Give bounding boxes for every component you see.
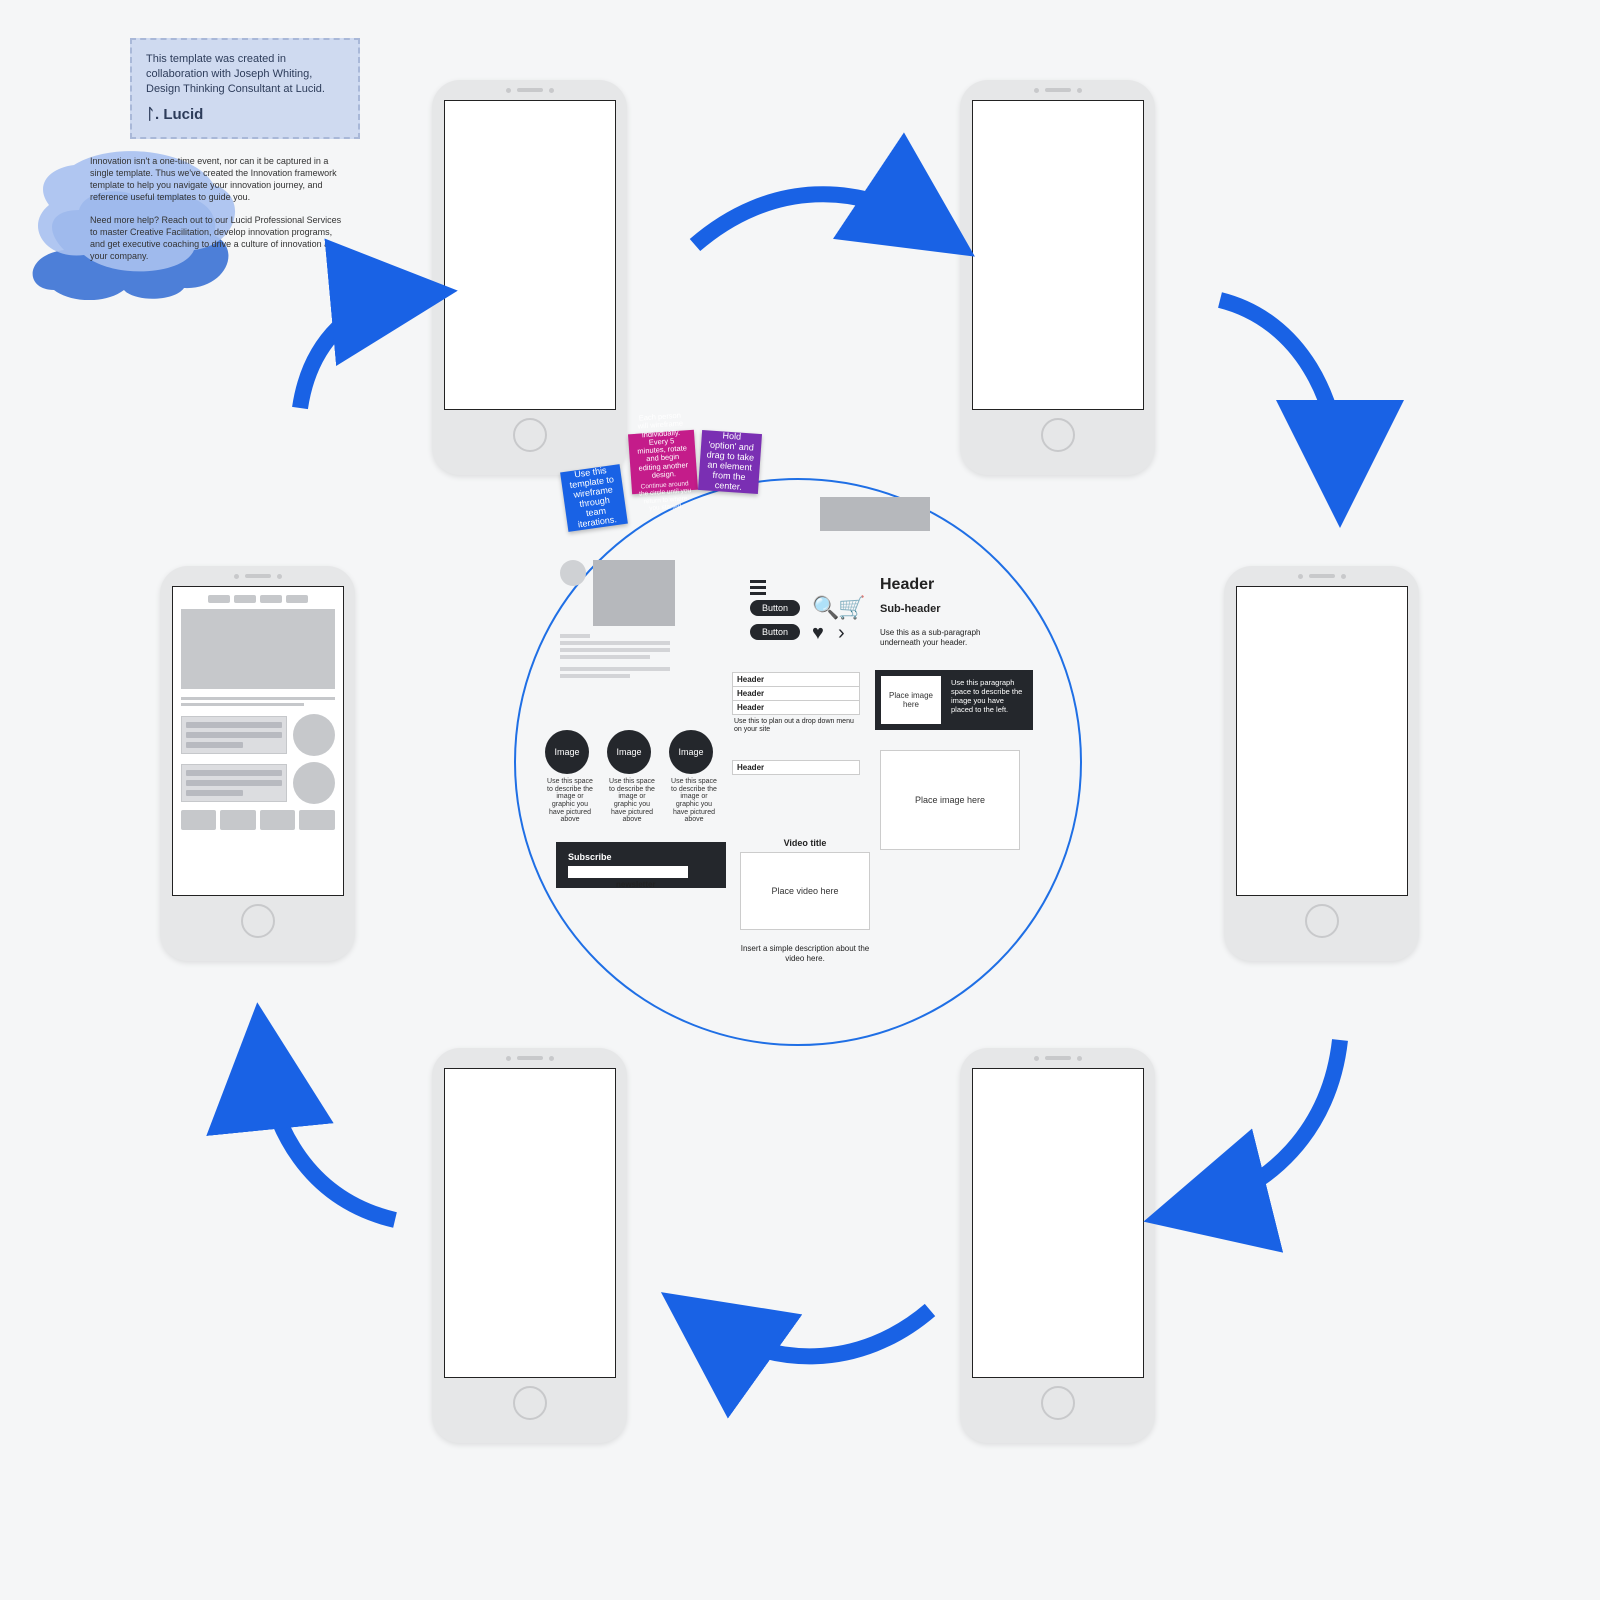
image-circle[interactable]: Image bbox=[669, 730, 713, 774]
phone-screen[interactable] bbox=[444, 100, 616, 410]
home-button-icon[interactable] bbox=[1041, 418, 1075, 452]
phone-frame-5[interactable] bbox=[432, 1048, 627, 1443]
home-button-icon[interactable] bbox=[1041, 1386, 1075, 1420]
image-circle-row: Image Use this space to describe the ima… bbox=[545, 730, 719, 824]
video-placeholder[interactable]: Place video here bbox=[740, 852, 870, 930]
image-text-card[interactable]: Place image here Use this paragraph spac… bbox=[875, 670, 1033, 730]
heart-icon[interactable]: ♥ bbox=[812, 622, 824, 645]
phone-screen[interactable] bbox=[972, 100, 1144, 410]
image-placeholder[interactable]: Place image here bbox=[880, 750, 1020, 850]
profile-block[interactable] bbox=[560, 560, 675, 678]
credit-text: This template was created in collaborati… bbox=[146, 52, 344, 97]
home-button-icon[interactable] bbox=[513, 418, 547, 452]
newsletter-label: newsletter bbox=[616, 880, 656, 889]
button-pill[interactable]: Button bbox=[750, 624, 800, 640]
phone-frame-2[interactable] bbox=[960, 80, 1155, 475]
subpara-sample: Use this as a sub-paragraph underneath y… bbox=[880, 628, 1000, 647]
home-button-icon[interactable] bbox=[1305, 904, 1339, 938]
phone-frame-left-mock[interactable] bbox=[160, 566, 355, 961]
home-button-icon[interactable] bbox=[513, 1386, 547, 1420]
sticky-note-purple[interactable]: Hold 'option' and drag to take an elemen… bbox=[698, 430, 762, 494]
intro-copy: Innovation isn't a one-time event, nor c… bbox=[90, 155, 345, 272]
dropdown-block[interactable]: Header Header Header Use this to plan ou… bbox=[732, 672, 860, 775]
phone-frame-right[interactable] bbox=[1224, 566, 1419, 961]
cart-icon[interactable]: 🛒 bbox=[838, 595, 865, 621]
phone-frame-6[interactable] bbox=[960, 1048, 1155, 1443]
search-icon[interactable]: 🔍 bbox=[812, 595, 839, 621]
subscribe-input[interactable] bbox=[568, 866, 688, 878]
header-sample: Header bbox=[880, 576, 934, 594]
image-circle[interactable]: Image bbox=[607, 730, 651, 774]
card-image-placeholder: Place image here bbox=[881, 676, 941, 724]
hamburger-icon[interactable] bbox=[750, 592, 766, 595]
image-circle[interactable]: Image bbox=[545, 730, 589, 774]
sticky-note-blue[interactable]: Use this template to wireframe through t… bbox=[560, 464, 628, 532]
lucid-logo: ᛚ. Lucid bbox=[146, 105, 344, 125]
phone-screen[interactable] bbox=[1236, 586, 1408, 896]
phone-frame-1[interactable] bbox=[432, 80, 627, 475]
phone-screen-mock[interactable] bbox=[172, 586, 344, 896]
button-icon-cluster bbox=[750, 580, 766, 595]
nav-bar-block[interactable] bbox=[820, 497, 930, 531]
video-description: Insert a simple description about the vi… bbox=[740, 944, 870, 963]
home-button-icon[interactable] bbox=[241, 904, 275, 938]
card-text: Use this paragraph space to describe the… bbox=[947, 670, 1033, 730]
chevron-right-icon[interactable]: › bbox=[838, 622, 845, 645]
credit-note: This template was created in collaborati… bbox=[130, 38, 360, 139]
subscribe-label: Subscribe bbox=[568, 852, 714, 862]
video-title: Video title bbox=[740, 838, 870, 848]
phone-screen[interactable] bbox=[972, 1068, 1144, 1378]
phone-screen[interactable] bbox=[444, 1068, 616, 1378]
sticky-note-magenta[interactable]: Each person will wireframe individually.… bbox=[628, 430, 698, 494]
subheader-sample: Sub-header bbox=[880, 603, 941, 615]
video-block: Video title Place video here Insert a si… bbox=[740, 838, 870, 963]
button-pill[interactable]: Button bbox=[750, 600, 800, 616]
